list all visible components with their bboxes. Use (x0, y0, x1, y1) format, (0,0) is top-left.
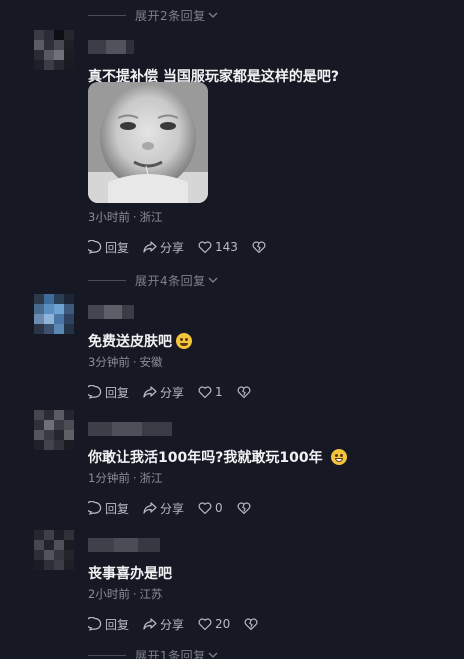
avatar[interactable] (34, 30, 76, 72)
broken-heart-icon (244, 618, 258, 631)
username-blurred[interactable] (88, 538, 160, 552)
like-button[interactable]: 1 (198, 385, 223, 399)
share-arrow-icon (143, 618, 157, 630)
reply-label: 回复 (105, 501, 130, 516)
broken-heart-icon (252, 241, 266, 254)
comment-text-content: 你敢让我活100年吗?我就敢玩100年 (88, 450, 323, 466)
comment-meta: 1分钟前 · 浙江 (88, 471, 163, 485)
expand-replies-label: 展开4条回复 (135, 273, 206, 288)
reply-button[interactable]: 回复 (88, 384, 129, 401)
broken-heart-icon (237, 502, 251, 515)
avatar[interactable] (34, 410, 76, 452)
comment-actions: 回复 分享 143 (88, 238, 280, 256)
reply-label: 回复 (105, 385, 130, 400)
expand-replies-label: 展开1条回复 (135, 648, 206, 659)
comment-location: 浙江 (139, 471, 163, 485)
dislike-button[interactable] (237, 501, 251, 515)
username-blurred[interactable] (88, 40, 134, 54)
share-button[interactable]: 分享 (143, 500, 184, 517)
share-label: 分享 (160, 501, 185, 516)
comment-bubble-icon (88, 617, 102, 631)
like-count: 20 (215, 617, 231, 631)
share-arrow-icon (143, 386, 157, 398)
divider-line (88, 279, 126, 281)
comment-meta: 3分钟前 · 安徽 (88, 355, 163, 369)
comment-text: 你敢让我活100年吗?我就敢玩100年 (88, 447, 347, 467)
comment-meta: 2小时前 · 江苏 (88, 587, 163, 601)
like-button[interactable]: 20 (198, 617, 230, 631)
comment-location: 安徽 (139, 355, 163, 369)
chevron-down-icon (208, 12, 218, 18)
share-button[interactable]: 分享 (143, 616, 184, 633)
reply-button[interactable]: 回复 (88, 616, 129, 633)
divider-line (88, 654, 126, 656)
heart-icon (198, 241, 212, 254)
username-blurred[interactable] (88, 422, 172, 436)
comment-meta: 3小时前 · 浙江 (88, 210, 163, 224)
reply-button[interactable]: 回复 (88, 239, 129, 256)
dislike-button[interactable] (252, 240, 266, 254)
expand-replies-top[interactable]: 展开2条回复 (88, 7, 219, 23)
comment-time: 2小时前 (88, 587, 130, 601)
comment-time: 3小时前 (88, 210, 130, 224)
heart-icon (198, 618, 212, 631)
dislike-button[interactable] (237, 385, 251, 399)
thinking-emoji (176, 333, 192, 349)
reply-label: 回复 (105, 240, 130, 255)
comment-time: 1分钟前 (88, 471, 130, 485)
avatar[interactable] (34, 294, 76, 336)
heart-icon (198, 386, 212, 399)
expand-replies-mid[interactable]: 展开4条回复 (88, 272, 219, 288)
comment-time: 3分钟前 (88, 355, 130, 369)
chevron-down-icon (208, 652, 218, 658)
comment-actions: 回复 分享 1 (88, 383, 265, 401)
comment-bubble-icon (88, 501, 102, 515)
like-button[interactable]: 0 (198, 501, 223, 515)
comment-actions: 回复 分享 0 (88, 499, 265, 517)
grin-emoji (330, 449, 347, 465)
share-button[interactable]: 分享 (143, 239, 184, 256)
divider-line (88, 14, 126, 16)
baby-face-image (88, 82, 208, 203)
share-label: 分享 (160, 240, 185, 255)
share-label: 分享 (160, 617, 185, 632)
share-label: 分享 (160, 385, 185, 400)
comment-text-content: 免费送皮肤吧 (88, 334, 172, 350)
heart-icon (198, 502, 212, 515)
comment-location: 浙江 (139, 210, 163, 224)
reply-button[interactable]: 回复 (88, 500, 129, 517)
comment-bubble-icon (88, 240, 102, 254)
reply-label: 回复 (105, 617, 130, 632)
comment-image[interactable] (88, 82, 208, 203)
expand-replies-label: 展开2条回复 (135, 8, 206, 23)
comment-location: 江苏 (139, 587, 163, 601)
comment-actions: 回复 分享 20 (88, 615, 272, 633)
share-arrow-icon (143, 241, 157, 253)
broken-heart-icon (237, 386, 251, 399)
username-blurred[interactable] (88, 305, 134, 319)
share-button[interactable]: 分享 (143, 384, 184, 401)
comment-text: 免费送皮肤吧 (88, 331, 192, 351)
comment-bubble-icon (88, 385, 102, 399)
like-count: 1 (215, 385, 223, 399)
like-button[interactable]: 143 (198, 240, 238, 254)
expand-replies-bottom[interactable]: 展开1条回复 (88, 647, 219, 659)
dislike-button[interactable] (244, 617, 258, 631)
comment-text: 丧事喜办是吧 (88, 563, 172, 583)
avatar[interactable] (34, 530, 76, 572)
chevron-down-icon (208, 277, 218, 283)
like-count: 143 (215, 240, 238, 254)
share-arrow-icon (143, 502, 157, 514)
like-count: 0 (215, 501, 223, 515)
comment-text-content: 丧事喜办是吧 (88, 566, 172, 582)
